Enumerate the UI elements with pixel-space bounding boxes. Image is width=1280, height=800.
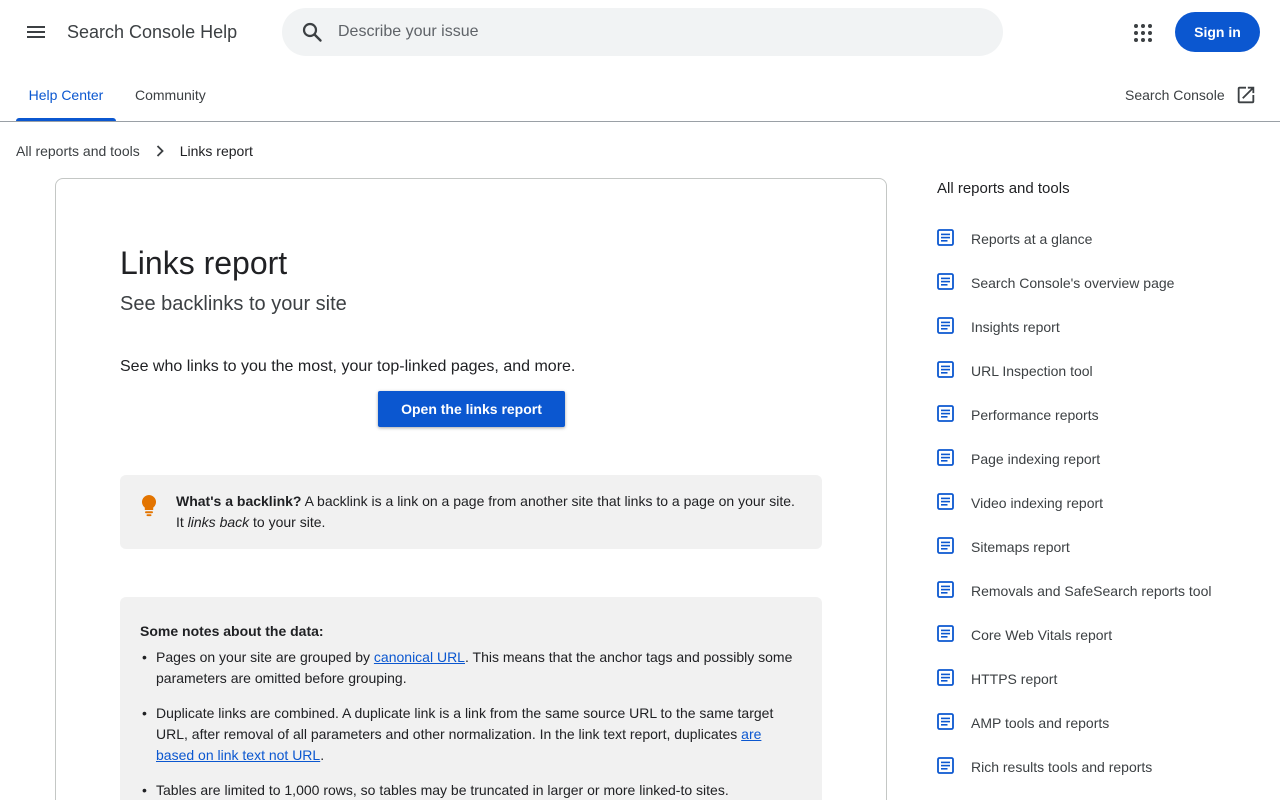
sidebar-item-label: Reports at a glance [971, 231, 1093, 247]
nav-tabs: Help Center Community Search Console [0, 64, 1280, 122]
tab-help-center[interactable]: Help Center [16, 64, 116, 121]
intro-text: See who links to you the most, your top-… [120, 358, 576, 375]
article-icon [937, 581, 954, 598]
list-item: Duplicate links are combined. A duplicat… [140, 703, 800, 766]
sign-in-button[interactable]: Sign in [1175, 12, 1260, 52]
lightbulb-icon [142, 495, 156, 517]
article-icon [937, 757, 954, 774]
article-icon [937, 713, 954, 730]
product-name[interactable]: Search Console Help [67, 22, 237, 43]
breadcrumb-current: Links report [179, 143, 253, 159]
sidebar-item[interactable]: Page indexing report [937, 448, 1267, 492]
tip-text: What's a backlink? A backlink is a link … [176, 491, 796, 533]
page-title: Links report [120, 245, 288, 281]
top-bar: Search Console Help Sign in [0, 0, 1280, 64]
breadcrumb: All reports and tools Links report [16, 141, 253, 161]
sidebar-item[interactable]: Rich results tools and reports [937, 756, 1267, 800]
sidebar-item[interactable]: HTTPS report [937, 668, 1267, 712]
tip-text-after: to your site. [249, 514, 326, 530]
sidebar-item-label: URL Inspection tool [971, 363, 1093, 379]
hamburger-menu-icon[interactable] [24, 20, 48, 44]
search-icon [302, 22, 322, 42]
sidebar-item-label: HTTPS report [971, 671, 1058, 687]
search-input[interactable] [338, 8, 978, 56]
note2-after: . [320, 747, 325, 763]
article-icon [937, 229, 954, 246]
chevron-right-icon [156, 145, 164, 157]
article-icon [937, 405, 954, 422]
sidebar-item[interactable]: Performance reports [937, 404, 1267, 448]
search-console-external-link[interactable]: Search Console [1125, 84, 1257, 106]
tab-community[interactable]: Community [135, 64, 206, 121]
sidebar-item-label: Rich results tools and reports [971, 759, 1153, 775]
sidebar-item-label: Core Web Vitals report [971, 627, 1113, 643]
sidebar-item[interactable]: Search Console's overview page [937, 272, 1267, 316]
article-icon [937, 669, 954, 686]
sidebar-item[interactable]: Removals and SafeSearch reports tool [937, 580, 1267, 624]
sidebar-item-label: Page indexing report [971, 451, 1101, 467]
article-icon [937, 361, 954, 378]
note1-before: Pages on your site are grouped by [156, 649, 374, 665]
tip-italic: links back [187, 514, 250, 530]
sidebar-item[interactable]: Insights report [937, 316, 1267, 360]
apps-grid-icon[interactable] [1131, 21, 1155, 45]
article-icon [937, 449, 954, 466]
sidebar-item[interactable]: Reports at a glance [937, 228, 1267, 272]
sidebar-item-label: Insights report [971, 319, 1060, 335]
sidebar-item[interactable]: URL Inspection tool [937, 360, 1267, 404]
list-item: Tables are limited to 1,000 rows, so tab… [140, 780, 800, 800]
open-links-report-button[interactable]: Open the links report [378, 391, 565, 427]
search-console-link-label: Search Console [1125, 87, 1225, 103]
tip-bold: What's a backlink? [176, 493, 302, 509]
article-icon [937, 317, 954, 334]
sidebar-item-label: Sitemaps report [971, 539, 1070, 555]
article-icon [937, 273, 954, 290]
list-item: Pages on your site are grouped by canoni… [140, 647, 800, 689]
sidebar-item[interactable]: Video indexing report [937, 492, 1267, 536]
sidebar-item[interactable]: Core Web Vitals report [937, 624, 1267, 668]
article-icon [937, 537, 954, 554]
article-icon [937, 493, 954, 510]
article-card: Links report See backlinks to your site … [55, 178, 887, 800]
sidebar-item[interactable]: AMP tools and reports [937, 712, 1267, 756]
sidebar-item-label: AMP tools and reports [971, 715, 1110, 731]
sidebar-item[interactable]: Sitemaps report [937, 536, 1267, 580]
sidebar-item-label: Video indexing report [971, 495, 1104, 511]
sidebar-title: All reports and tools [937, 180, 1070, 197]
sidebar-list: Reports at a glance Search Console's over… [937, 228, 1267, 800]
sidebar-item-label: Performance reports [971, 407, 1099, 423]
notes-heading: Some notes about the data: [140, 623, 324, 639]
note2-before: Duplicate links are combined. A duplicat… [156, 705, 774, 742]
sidebar-item-label: Search Console's overview page [971, 275, 1175, 291]
breadcrumb-parent-link[interactable]: All reports and tools [16, 143, 140, 159]
sidebar-item-label: Removals and SafeSearch reports tool [971, 583, 1212, 599]
backlink-tip-box: What's a backlink? A backlink is a link … [120, 475, 822, 549]
data-notes-box: Some notes about the data: Pages on your… [120, 597, 822, 800]
canonical-url-link[interactable]: canonical URL [374, 649, 465, 665]
notes-list: Pages on your site are grouped by canoni… [140, 647, 800, 800]
page-subtitle: See backlinks to your site [120, 293, 347, 315]
article-icon [937, 625, 954, 642]
note3-text: Tables are limited to 1,000 rows, so tab… [156, 782, 729, 798]
search-box[interactable] [282, 8, 1003, 56]
open-in-new-icon [1237, 86, 1254, 104]
